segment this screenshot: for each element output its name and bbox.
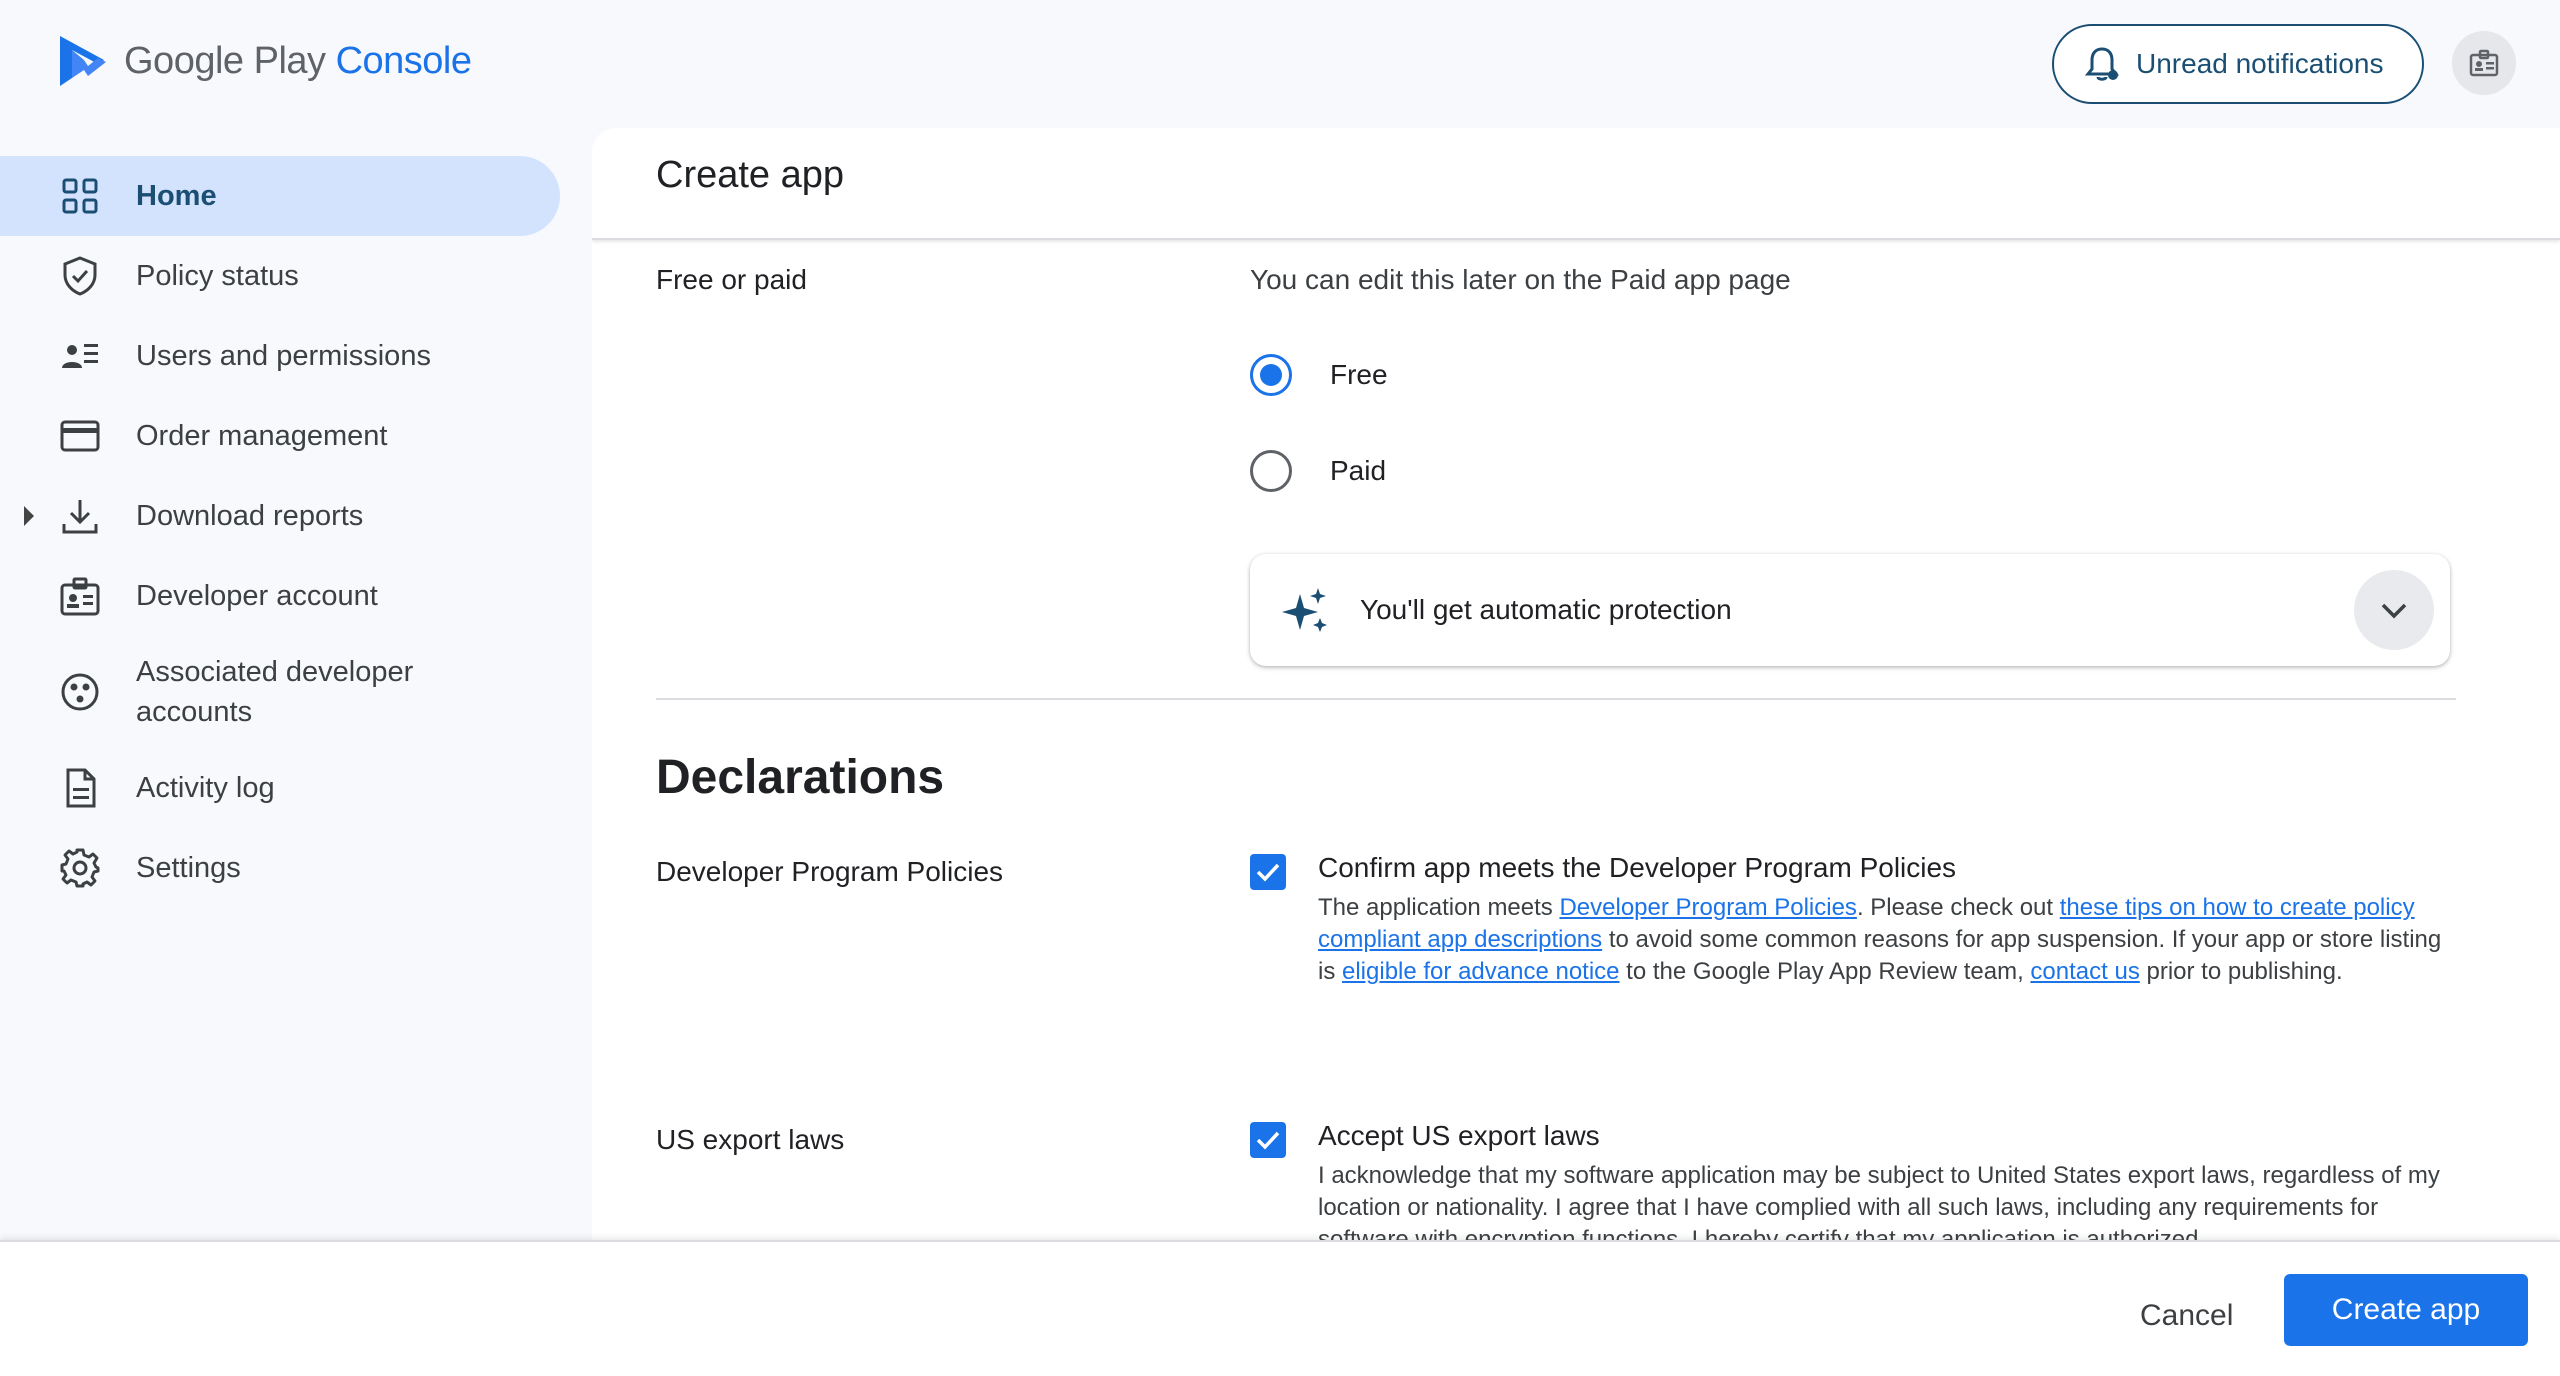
google-play-console-logo[interactable]: Google Play Console [58,32,472,90]
radio-paid-label: Paid [1330,455,1387,486]
sidebar-nav: Home Policy status Users and permissions… [0,156,590,908]
logo-text: Google Play Console [124,40,472,83]
document-icon [58,766,102,810]
radio-paid[interactable] [1250,450,1292,492]
policies-text-1: The application meets [1318,894,1560,921]
sidebar-item-activity-log[interactable]: Activity log [0,748,560,828]
account-badge-icon [2469,49,2499,77]
contact-us-link[interactable]: contact us [2030,958,2139,985]
sidebar-item-label: Settings [136,851,241,884]
export-laws-description: I acknowledge that my software applicati… [1318,1162,2440,1240]
logo-console-text: Console [335,39,472,82]
free-or-paid-label: Free or paid [656,264,807,295]
us-export-laws-label: US export laws [656,1124,845,1155]
sidebar-item-label: Developer account [136,579,378,612]
sidebar-item-label: Users and permissions [136,339,431,372]
dashboard-grid-icon [58,174,102,218]
create-app-panel: Create app Free or paid You can edit thi… [592,128,2560,1240]
sparkle-icon [1282,588,1327,632]
automatic-protection-card[interactable]: You'll get automatic protection [1250,554,2450,666]
shield-check-icon [58,254,102,298]
policies-text-4: to the Google Play App Review team, [1619,958,2031,985]
sidebar-item-download-reports[interactable]: Download reports [0,476,560,556]
sidebar-item-label: Activity log [136,771,275,804]
unread-notifications-label: Unread notifications [2136,48,2384,79]
action-footer: Cancel Create app [0,1240,2560,1376]
logo-google-play-text: Google Play [124,39,326,82]
cancel-button[interactable]: Cancel [2140,1286,2233,1346]
sidebar-item-policy-status[interactable]: Policy status [0,236,560,316]
download-icon [58,494,102,538]
sidebar-item-home[interactable]: Home [0,156,560,236]
expand-caret-icon[interactable] [24,506,34,526]
top-app-bar: Google Play Console Unread notifications [0,0,2560,128]
panel-title-bar: Create app [592,128,2560,240]
radio-paid-option[interactable]: Paid [1250,450,1386,492]
id-badge-icon [58,574,102,618]
gear-icon [58,846,102,890]
account-button[interactable] [2452,31,2516,95]
sidebar-item-label: Download reports [136,499,364,532]
free-or-paid-hint: You can edit this later on the Paid app … [1250,264,1791,295]
policies-text-5: prior to publishing. [2139,958,2343,985]
sidebar-item-settings[interactable]: Settings [0,828,560,908]
page-title: Create app [656,154,845,196]
policies-checkbox[interactable] [1250,854,1286,890]
checkmark-icon [1256,863,1280,882]
radio-free-option[interactable]: Free [1250,354,1388,396]
chevron-down-icon [2381,603,2407,619]
automatic-protection-label: You'll get automatic protection [1360,594,1732,625]
credit-card-icon [58,414,102,458]
user-list-icon [58,334,102,378]
sidebar-item-label: Policy status [136,259,299,292]
sidebar-item-users-and-permissions[interactable]: Users and permissions [0,316,560,396]
policies-text-2: . Please check out [1856,894,2060,921]
sidebar-item-order-management[interactable]: Order management [0,396,560,476]
section-divider [656,698,2456,700]
developer-program-policies-link[interactable]: Developer Program Policies [1559,894,1856,921]
checkmark-icon [1256,1131,1280,1150]
policies-description: The application meets Developer Program … [1318,892,2448,988]
sidebar-item-label: Order management [136,419,388,452]
play-console-logo-icon [60,36,106,86]
advance-notice-link[interactable]: eligible for advance notice [1342,958,1620,985]
expand-protection-button[interactable] [2354,570,2434,650]
unread-notifications-button[interactable]: Unread notifications [2052,24,2424,104]
sidebar-item-associated-developer-accounts[interactable]: Associated developer accounts [0,636,560,748]
export-laws-checkbox-label: Accept US export laws [1318,1120,1600,1151]
bell-icon [2084,47,2120,81]
create-app-button[interactable]: Create app [2284,1274,2528,1346]
export-laws-checkbox[interactable] [1250,1122,1286,1158]
developer-program-policies-label: Developer Program Policies [656,856,1004,887]
policies-checkbox-label: Confirm app meets the Developer Program … [1318,852,1957,883]
radio-free-label: Free [1330,359,1388,390]
sidebar-item-label: Home [136,179,217,212]
sidebar-item-label: Associated developer accounts [136,656,414,728]
radio-free[interactable] [1250,354,1292,396]
sidebar-item-developer-account[interactable]: Developer account [0,556,560,636]
declarations-heading: Declarations [656,751,945,804]
linked-accounts-icon [58,670,102,714]
